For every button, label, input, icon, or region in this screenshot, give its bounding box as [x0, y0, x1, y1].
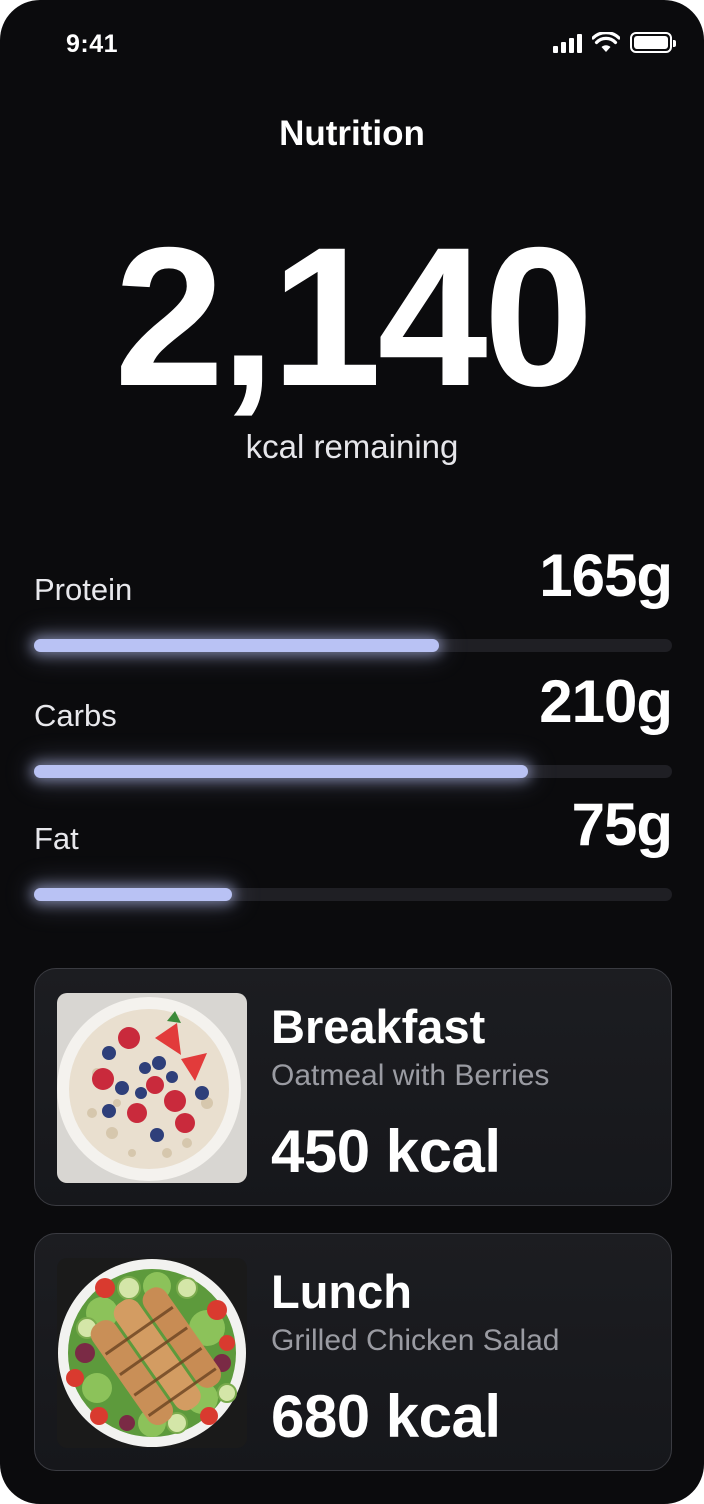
macro-value: 165g	[539, 542, 673, 609]
calories-remaining-value: 2,140	[114, 206, 593, 427]
macro-fat: Fat 75g	[34, 791, 673, 901]
status-icons	[553, 32, 676, 53]
macro-protein: Protein 165g	[34, 542, 673, 652]
macro-value: 210g	[539, 668, 673, 735]
meal-card-lunch[interactable]: Lunch Grilled Chicken Salad 680 kcal	[34, 1233, 672, 1471]
meal-name: Lunch	[271, 1265, 412, 1318]
grilled-chicken-salad-image	[57, 1258, 247, 1448]
macro-carbs: Carbs 210g	[34, 668, 673, 778]
macro-progress-track	[34, 639, 672, 652]
macro-progress-fill	[34, 765, 529, 778]
oatmeal-berries-image	[57, 993, 247, 1183]
macro-progress-track	[34, 888, 672, 901]
battery-icon	[630, 32, 676, 53]
macro-value: 75g	[571, 791, 673, 858]
macro-label: Protein	[34, 572, 133, 607]
wifi-icon	[592, 32, 620, 52]
meal-description: Grilled Chicken Salad	[271, 1324, 560, 1357]
meal-card-breakfast[interactable]: Breakfast Oatmeal with Berries 450 kcal	[34, 968, 672, 1206]
signal-icon	[553, 33, 582, 53]
meal-name: Breakfast	[271, 1000, 486, 1053]
page-title: Nutrition	[279, 114, 425, 153]
calories-remaining-caption: kcal remaining	[245, 428, 459, 465]
nutrition-screen: 9:41 Nutrition 2,140 kcal remaining Prot…	[0, 0, 704, 1504]
meal-description: Oatmeal with Berries	[271, 1059, 550, 1092]
meal-calories: 450 kcal	[271, 1118, 501, 1185]
macro-progress-fill	[34, 639, 440, 652]
macro-label: Fat	[34, 821, 79, 856]
macro-progress-track	[34, 765, 672, 778]
status-time: 9:41	[66, 30, 119, 58]
macro-progress-fill	[34, 888, 232, 901]
meal-calories: 680 kcal	[271, 1383, 501, 1450]
macro-label: Carbs	[34, 698, 117, 733]
